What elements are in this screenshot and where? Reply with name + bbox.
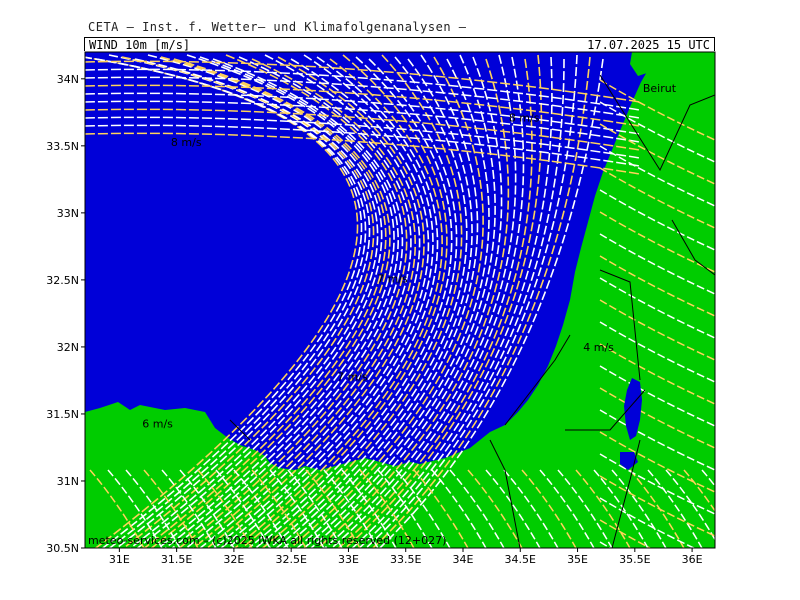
x-tick-label: 32E (223, 553, 244, 566)
y-tick-label: 33.5N (46, 140, 79, 153)
copyright-footer: meteo-services.com – (c)2025 IWKA all ri… (88, 534, 446, 547)
streamline-levant (599, 541, 612, 548)
x-tick-label: 34E (453, 553, 474, 566)
y-tick-label: 31.5N (46, 408, 79, 421)
speed-label: 8 m/s (509, 112, 540, 125)
y-tick-label: 32.5N (46, 274, 79, 287)
y-tick-label: 30.5N (46, 542, 79, 555)
speed-label: 8 m/s (171, 136, 202, 149)
x-tick-label: 31E (109, 553, 130, 566)
speed-label: 7 m/s (337, 370, 368, 383)
speed-label: 7 m/s (377, 273, 408, 286)
x-tick-label: 31.5E (161, 553, 192, 566)
x-tick-label: 32.5E (275, 553, 306, 566)
wind-map: 31E 31.5E 32E 32.5E 33E 33.5E 34E 34.5E 35E 35.5E… (46, 51, 775, 566)
y-tick-label: 32N (57, 341, 79, 354)
x-tick-label: 35E (567, 553, 588, 566)
y-tick-label: 34N (57, 73, 79, 86)
y-tick-label: 33N (57, 207, 79, 220)
x-tick-label: 33.5E (390, 553, 421, 566)
speed-label: 6 m/s (142, 417, 173, 430)
place-label-beirut: Beirut (643, 82, 677, 95)
x-tick-label: 36E (682, 553, 703, 566)
x-tick-label: 34.5E (505, 553, 536, 566)
speed-label: 4 m/s (583, 341, 614, 354)
x-tick-label: 33E (338, 553, 359, 566)
streamline-land (720, 470, 775, 550)
y-tick-label: 31N (57, 475, 79, 488)
x-tick-label: 35.5E (619, 553, 650, 566)
